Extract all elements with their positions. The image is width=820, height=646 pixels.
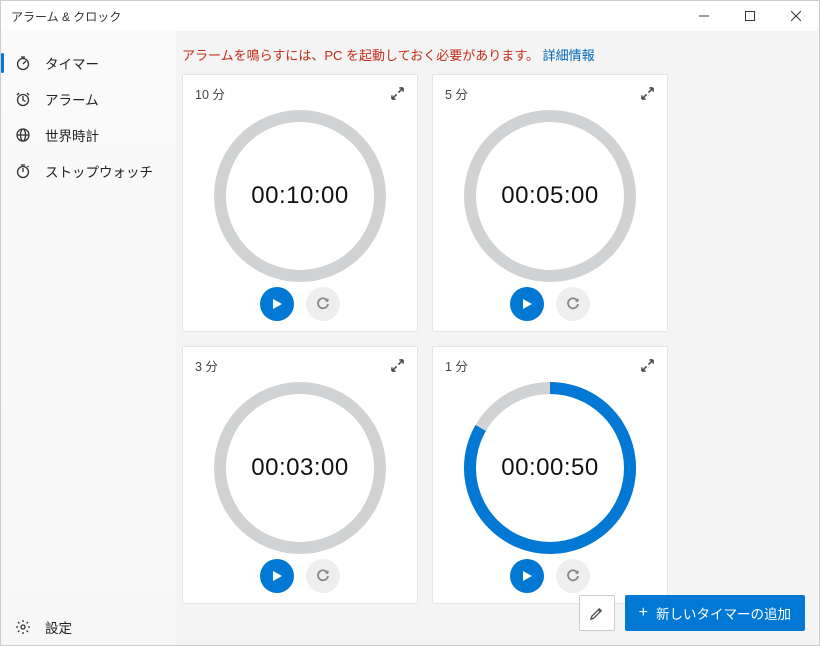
sidebar-item-stopwatch[interactable]: ストップウォッチ	[1, 153, 176, 189]
sidebar-item-alarm[interactable]: アラーム	[1, 81, 176, 117]
sidebar-item-worldclock[interactable]: 世界時計	[1, 117, 176, 153]
sidebar-item-label: タイマー	[45, 53, 99, 73]
sidebar-item-timer[interactable]: タイマー	[1, 45, 176, 81]
timer-time: 00:10:00	[211, 107, 389, 285]
notice-link[interactable]: 詳細情報	[543, 48, 595, 63]
add-timer-label: 新しいタイマーの追加	[656, 603, 791, 623]
alarm-icon	[15, 91, 31, 107]
expand-button[interactable]	[637, 355, 657, 375]
play-button[interactable]	[260, 287, 294, 321]
expand-button[interactable]	[387, 355, 407, 375]
maximize-button[interactable]	[727, 1, 773, 31]
sidebar-item-label: アラーム	[45, 89, 99, 109]
timer-time: 00:00:50	[461, 379, 639, 557]
timer-card: 10 分 00:10:00	[182, 74, 418, 332]
reset-button[interactable]	[306, 287, 340, 321]
timer-icon	[15, 55, 31, 71]
reset-button[interactable]	[556, 287, 590, 321]
titlebar: アラーム & クロック	[1, 1, 819, 31]
sidebar-item-label: 世界時計	[45, 125, 99, 145]
gear-icon	[15, 619, 31, 635]
expand-button[interactable]	[387, 83, 407, 103]
notice-text: アラームを鳴らすには、PC を起動しておく必要があります。	[182, 48, 543, 63]
main-content: アラームを鳴らすには、PC を起動しておく必要があります。 詳細情報 10 分 …	[176, 31, 819, 645]
reset-button[interactable]	[556, 559, 590, 593]
window-title: アラーム & クロック	[1, 8, 121, 25]
timer-time: 00:05:00	[461, 107, 639, 285]
edit-button[interactable]	[579, 595, 615, 631]
play-button[interactable]	[510, 559, 544, 593]
timer-title: 5 分	[445, 84, 468, 103]
notice-bar: アラームを鳴らすには、PC を起動しておく必要があります。 詳細情報	[176, 31, 819, 74]
play-button[interactable]	[510, 287, 544, 321]
plus-icon: +	[639, 605, 648, 621]
sidebar-item-label: 設定	[45, 617, 72, 637]
timer-card: 3 分 00:03:00	[182, 346, 418, 604]
sidebar: タイマー アラーム 世界時計	[1, 31, 176, 645]
expand-button[interactable]	[637, 83, 657, 103]
minimize-button[interactable]	[681, 1, 727, 31]
play-button[interactable]	[260, 559, 294, 593]
sidebar-item-settings[interactable]: 設定	[1, 609, 176, 645]
timer-title: 1 分	[445, 356, 468, 375]
close-button[interactable]	[773, 1, 819, 31]
stopwatch-icon	[15, 163, 31, 179]
reset-button[interactable]	[306, 559, 340, 593]
timer-title: 10 分	[195, 84, 225, 103]
add-timer-button[interactable]: + 新しいタイマーの追加	[625, 595, 805, 631]
sidebar-item-label: ストップウォッチ	[45, 161, 153, 181]
timer-title: 3 分	[195, 356, 218, 375]
timer-card: 5 分 00:05:00	[432, 74, 668, 332]
timer-time: 00:03:00	[211, 379, 389, 557]
globe-icon	[15, 127, 31, 143]
timer-card: 1 分 00:00:50	[432, 346, 668, 604]
